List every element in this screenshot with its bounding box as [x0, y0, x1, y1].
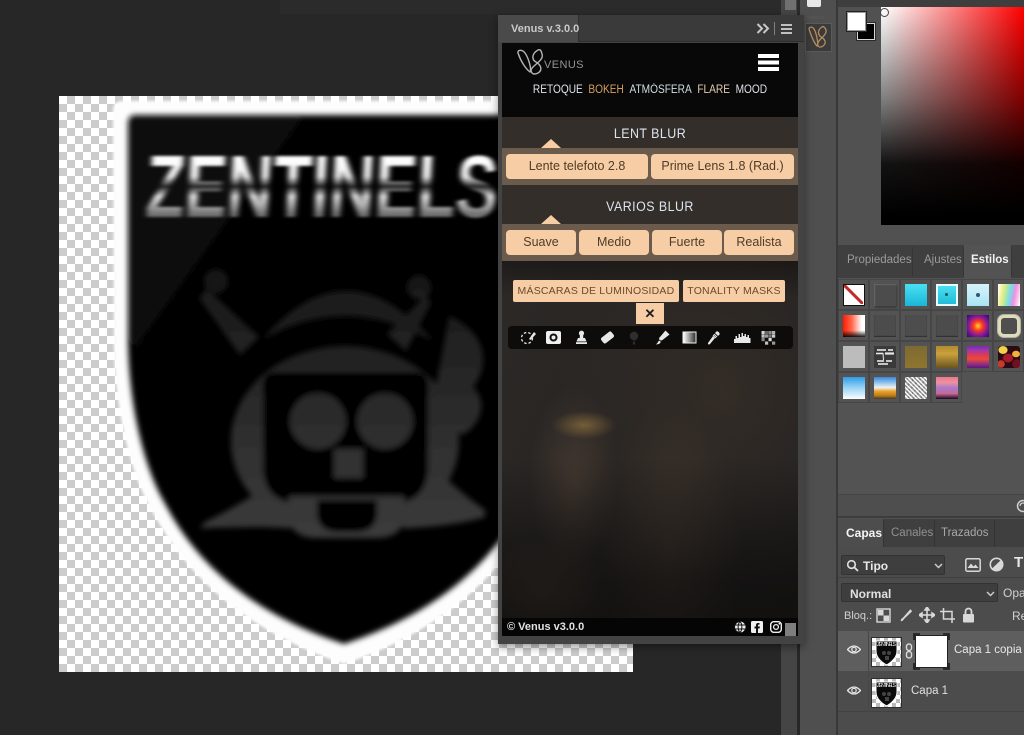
svg-text:VENUS: VENUS	[544, 59, 584, 71]
svg-text:ZENTINELS: ZENTINELS	[877, 642, 897, 648]
svg-text:ZENTINELS: ZENTINELS	[877, 683, 897, 689]
svg-text:ZENTINELS: ZENTINELS	[144, 137, 501, 236]
